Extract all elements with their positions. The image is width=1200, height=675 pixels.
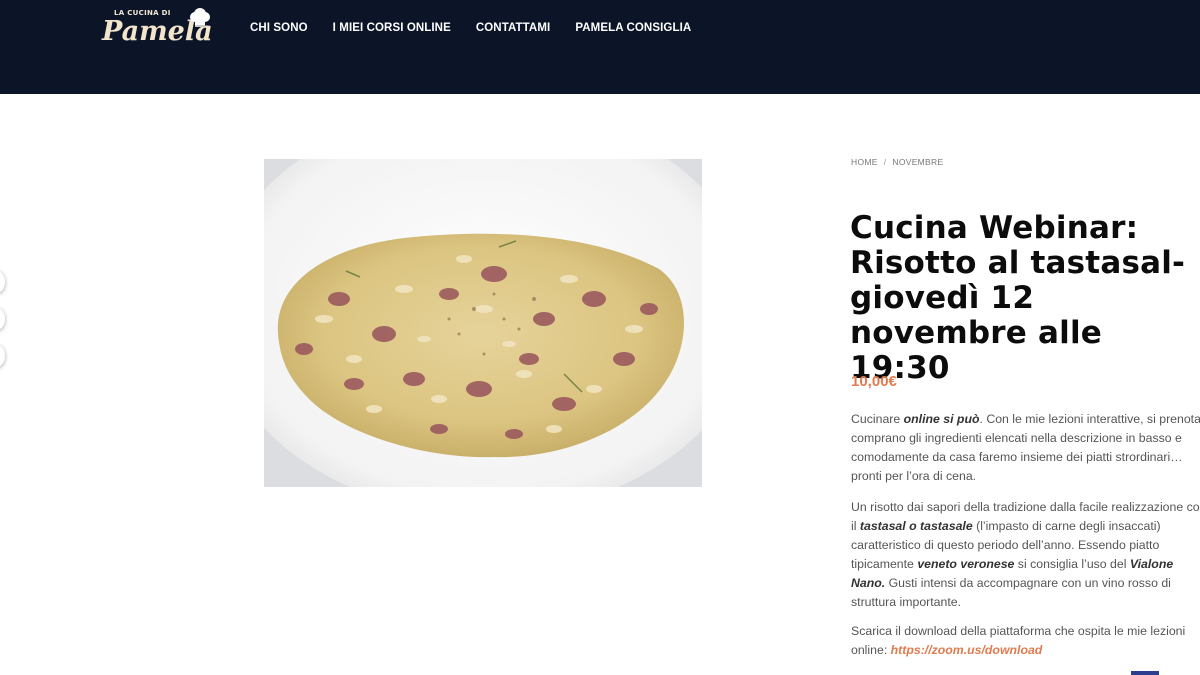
nav-item-contattami[interactable]: CONTATTAMI <box>476 22 550 34</box>
desc-line: Un risotto dai sapori della tradizione d… <box>851 500 1200 514</box>
corner-widget[interactable] <box>1131 671 1159 675</box>
product-price: 10,00€ <box>851 373 897 390</box>
description-paragraph-3: Scarica il download della piattaforma ch… <box>851 622 1200 660</box>
desc-text: . Con le mie lezioni interattive, si pre… <box>979 412 1200 426</box>
desc-line: online: https://zoom.us/download <box>851 641 1200 660</box>
desc-line: struttura importante. <box>851 595 962 609</box>
desc-text: Cucinare <box>851 412 904 426</box>
description-paragraph-1: Cucinare online si può. Con le mie lezio… <box>851 410 1200 486</box>
desc-text: Gusti intensi da accompagnare con un vin… <box>885 576 1171 590</box>
desc-line: comodamente da casa faremo insieme dei p… <box>851 450 1183 464</box>
breadcrumb-separator: / <box>883 157 887 167</box>
desc-text: online: <box>851 643 891 657</box>
zoom-download-link[interactable]: https://zoom.us/download <box>891 643 1043 657</box>
breadcrumb: HOME / NOVEMBRE <box>851 157 943 167</box>
nav-item-corsi-online[interactable]: I MIEI CORSI ONLINE <box>333 22 451 34</box>
desc-emphasis: Vialone <box>1129 557 1174 571</box>
desc-emphasis: tastasal o tastasale <box>859 519 973 533</box>
product-image[interactable] <box>264 159 702 487</box>
product-title: Cucina Webinar: Risotto al tastasal- gio… <box>850 210 1186 386</box>
desc-line: pronti per l’ora di cena. <box>851 469 977 483</box>
description-paragraph-2: Un risotto dai sapori della tradizione d… <box>851 498 1200 612</box>
desc-text: tipicamente <box>851 557 918 571</box>
side-share-button-2[interactable] <box>0 308 5 330</box>
desc-line: comprano gli ingredienti elencati nella … <box>851 431 1182 445</box>
breadcrumb-home[interactable]: HOME <box>851 157 878 167</box>
site-logo[interactable]: LA CUCINA DI Pamela <box>100 6 220 48</box>
chef-hat-icon <box>190 8 210 27</box>
nav-item-pamela-consiglia[interactable]: PAMELA CONSIGLIA <box>575 22 691 34</box>
nav-item-chi-sono[interactable]: CHI SONO <box>250 22 308 34</box>
site-header: LA CUCINA DI Pamela CHI SONO I MIEI CORS… <box>0 0 1200 94</box>
desc-line: Scarica il download della piattaforma ch… <box>851 624 1186 638</box>
side-share-button-3[interactable] <box>0 345 5 367</box>
main-navigation: CHI SONO I MIEI CORSI ONLINE CONTATTAMI … <box>250 22 691 34</box>
desc-text: (l’impasto di carne degli insaccati) <box>972 519 1161 533</box>
desc-line: Nano. Gusti intensi da accompagnare con … <box>851 574 1200 593</box>
desc-text: si consiglia l’uso del <box>1014 557 1130 571</box>
desc-emphasis: Nano. <box>851 576 886 590</box>
desc-line: tipicamente veneto veronese si consiglia… <box>851 555 1200 574</box>
desc-line: Cucinare online si può. Con le mie lezio… <box>851 410 1200 429</box>
desc-text: il <box>851 519 860 533</box>
desc-line: caratteristico di questo periodo dell’an… <box>851 538 1160 552</box>
risotto-photo <box>264 159 702 487</box>
side-share-button-1[interactable] <box>0 271 5 293</box>
desc-emphasis: veneto veronese <box>917 557 1015 571</box>
desc-line: il tastasal o tastasale (l’impasto di ca… <box>851 517 1200 536</box>
breadcrumb-current[interactable]: NOVEMBRE <box>892 157 943 167</box>
desc-emphasis: online si può <box>903 412 980 426</box>
